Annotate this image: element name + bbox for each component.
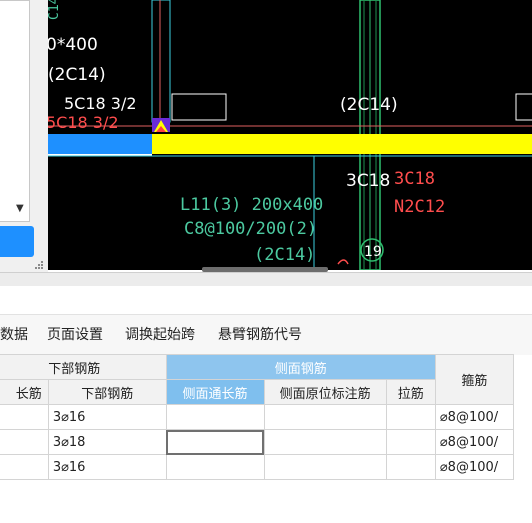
bottom-rebar-label: 3C18 [346, 171, 390, 191]
cell-tie-bar[interactable] [385, 429, 436, 455]
toolbar-page-setup-button[interactable]: 页面设置 [47, 324, 103, 344]
bar-label: (2C14) [254, 245, 315, 265]
rebar-label-red: 5C18 3/2 [48, 113, 119, 132]
header-side-original-bar: 侧面原位标注筋 [263, 379, 387, 405]
dimension-label: 0*400 [48, 35, 98, 55]
group-header-bottom-rebar: 下部钢筋 [0, 354, 167, 380]
cell-side-long-bar-selected[interactable] [165, 429, 265, 455]
cell-long-bar[interactable] [0, 454, 49, 480]
rebar-label: 5C18 3/2 [64, 94, 137, 113]
table-row: 3⌀16 ⌀8@100/ [0, 404, 515, 430]
header-tie-bar: 拉筋 [385, 379, 436, 405]
side-bar-label: N2C12 [394, 197, 445, 217]
cell-side-original-bar[interactable] [263, 429, 387, 455]
canvas-horizontal-scrollbar[interactable] [202, 267, 328, 272]
cell-long-bar[interactable] [0, 404, 49, 430]
cell-side-long-bar[interactable] [165, 454, 265, 480]
cell-side-original-bar[interactable] [263, 404, 387, 430]
cell-side-original-bar[interactable] [263, 454, 387, 480]
toolbar-data-button[interactable]: 数据 [0, 324, 28, 344]
cad-drawing-canvas[interactable]: 0*400 (2C14) 5C18 3/2 5C18 3/2 (2C14) L1… [48, 0, 532, 270]
beam-name-label: L11(3) 200x400 [180, 195, 323, 215]
table-row: 3⌀18 ⌀8@100/ [0, 429, 515, 455]
bar-label: (2C14) [48, 65, 106, 85]
rebar-table: 下部钢筋 侧面钢筋 箍筋 长筋 下部钢筋 侧面通长筋 侧面原位标注筋 拉筋 3⌀… [0, 354, 515, 480]
cell-long-bar[interactable] [0, 429, 49, 455]
cell-tie-bar[interactable] [385, 454, 436, 480]
cell-bottom-bar[interactable]: 3⌀18 [47, 429, 167, 455]
label-box [171, 93, 227, 121]
column-number: 19 [364, 244, 382, 260]
cell-tie-bar[interactable] [385, 404, 436, 430]
red-hook [337, 259, 349, 265]
vertical-bar-label: C14 [48, 0, 62, 20]
toolbar-cantilever-code-button[interactable]: 悬臂钢筋代号 [218, 324, 302, 344]
selected-beam[interactable] [48, 134, 152, 154]
cell-stirrup[interactable]: ⌀8@100/ [434, 429, 515, 455]
left-panel-action-button[interactable] [0, 226, 34, 257]
header-stirrup: 箍筋 [434, 354, 515, 405]
cell-stirrup[interactable]: ⌀8@100/ [434, 404, 515, 430]
bar-label: (2C14) [340, 95, 398, 115]
cad-drawing: 0*400 (2C14) 5C18 3/2 5C18 3/2 (2C14) L1… [48, 0, 532, 270]
red-rebar-label: 3C18 [394, 169, 435, 189]
cell-bottom-bar[interactable]: 3⌀16 [47, 454, 167, 480]
resize-grip-icon[interactable] [33, 259, 45, 271]
toolbar-swap-start-span-button[interactable]: 调换起始跨 [125, 324, 195, 344]
beam-span[interactable] [152, 134, 532, 154]
cell-stirrup[interactable]: ⌀8@100/ [434, 454, 515, 480]
label-box [515, 93, 532, 121]
left-list-scrollbar[interactable] [0, 0, 30, 222]
left-column-outline [151, 0, 171, 123]
header-side-long-bar: 侧面通长筋 [165, 379, 265, 405]
stirrup-label: C8@100/200(2) [184, 219, 317, 239]
header-bottom-bar: 下部钢筋 [47, 379, 167, 405]
group-header-side-rebar: 侧面钢筋 [165, 354, 436, 380]
scroll-down-arrow-icon[interactable]: ▼ [16, 203, 24, 214]
table-row: 3⌀16 ⌀8@100/ [0, 454, 515, 480]
cell-bottom-bar[interactable]: 3⌀16 [47, 404, 167, 430]
cell-side-long-bar[interactable] [165, 404, 265, 430]
header-long-bar: 长筋 [0, 379, 49, 405]
